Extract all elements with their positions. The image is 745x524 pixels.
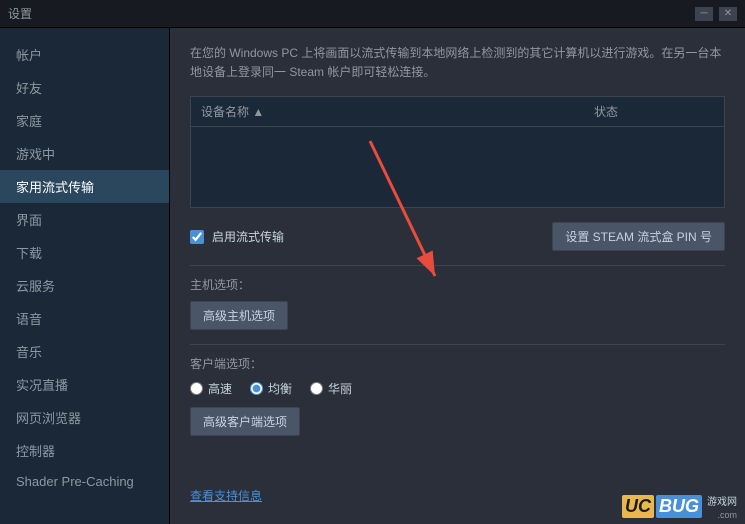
sidebar-item-cloud[interactable]: 云服务: [0, 269, 169, 302]
radio-balanced-input[interactable]: [250, 382, 263, 395]
sidebar-item-broadcast[interactable]: 实况直播: [0, 368, 169, 401]
device-table: 设备名称 ▲ 状态: [190, 96, 725, 208]
column-status: 状态: [594, 103, 714, 120]
description-text: 在您的 Windows PC 上将画面以流式传输到本地网络上检测到的其它计算机以…: [190, 44, 725, 82]
sidebar-item-music[interactable]: 音乐: [0, 335, 169, 368]
divider-2: [190, 344, 725, 345]
radio-fast-input[interactable]: [190, 382, 203, 395]
sidebar-item-download[interactable]: 下载: [0, 236, 169, 269]
watermark-bug: BUG: [656, 495, 702, 518]
sidebar-item-controller[interactable]: 控制器: [0, 434, 169, 467]
watermark: UC BUG 游戏网 .com: [622, 492, 737, 520]
host-options-section: 主机选项： 高级主机选项: [190, 276, 725, 330]
minimize-button[interactable]: ─: [695, 7, 713, 21]
content-area: 在您的 Windows PC 上将画面以流式传输到本地网络上检测到的其它计算机以…: [170, 28, 745, 524]
device-table-header: 设备名称 ▲ 状态: [191, 97, 724, 127]
enable-streaming-label: 启用流式传输: [212, 228, 284, 245]
client-options-label: 客户端选项：: [190, 355, 725, 372]
column-device-name[interactable]: 设备名称 ▲: [201, 103, 594, 120]
title-bar: 设置 ─ ✕: [0, 0, 745, 28]
watermark-domain: .com: [704, 510, 737, 520]
sidebar-item-browser[interactable]: 网页浏览器: [0, 401, 169, 434]
radio-fast[interactable]: 高速: [190, 380, 232, 397]
device-table-body: [191, 127, 724, 207]
radio-beautiful-label: 华丽: [328, 380, 352, 397]
radio-fast-label: 高速: [208, 380, 232, 397]
sidebar-item-ingame[interactable]: 游戏中: [0, 137, 169, 170]
host-options-label: 主机选项：: [190, 276, 725, 293]
support-link[interactable]: 查看支持信息: [190, 487, 262, 504]
divider-1: [190, 265, 725, 266]
advanced-host-button[interactable]: 高级主机选项: [190, 301, 288, 330]
window-title: 设置: [8, 5, 32, 22]
close-button[interactable]: ✕: [719, 7, 737, 21]
client-options-section: 客户端选项： 高速 均衡 华丽 高级客户端选项: [190, 355, 725, 436]
sidebar-item-family[interactable]: 家庭: [0, 104, 169, 137]
radio-balanced[interactable]: 均衡: [250, 380, 292, 397]
watermark-text-group: 游戏网 .com: [704, 492, 737, 520]
main-container: 帐户 好友 家庭 游戏中 家用流式传输 界面 下载 云服务 语音 音乐 实况直播…: [0, 28, 745, 524]
sidebar: 帐户 好友 家庭 游戏中 家用流式传输 界面 下载 云服务 语音 音乐 实况直播…: [0, 28, 170, 524]
radio-beautiful-input[interactable]: [310, 382, 323, 395]
enable-streaming-row: 启用流式传输 设置 STEAM 流式盒 PIN 号: [190, 222, 725, 251]
pin-button[interactable]: 设置 STEAM 流式盒 PIN 号: [552, 222, 725, 251]
quality-radio-group: 高速 均衡 华丽: [190, 380, 725, 397]
watermark-uc: UC: [622, 495, 654, 518]
radio-beautiful[interactable]: 华丽: [310, 380, 352, 397]
checkbox-group: 启用流式传输: [190, 228, 284, 245]
sidebar-item-interface[interactable]: 界面: [0, 203, 169, 236]
sidebar-item-friends[interactable]: 好友: [0, 71, 169, 104]
watermark-gamesite: 游戏网: [707, 497, 737, 508]
sidebar-item-homestream[interactable]: 家用流式传输: [0, 170, 169, 203]
window-controls: ─ ✕: [695, 7, 737, 21]
sidebar-item-voice[interactable]: 语音: [0, 302, 169, 335]
advanced-client-button[interactable]: 高级客户端选项: [190, 407, 300, 436]
radio-balanced-label: 均衡: [268, 380, 292, 397]
enable-streaming-checkbox[interactable]: [190, 230, 204, 244]
sidebar-item-shader[interactable]: Shader Pre-Caching: [0, 467, 169, 496]
sidebar-item-account[interactable]: 帐户: [0, 38, 169, 71]
